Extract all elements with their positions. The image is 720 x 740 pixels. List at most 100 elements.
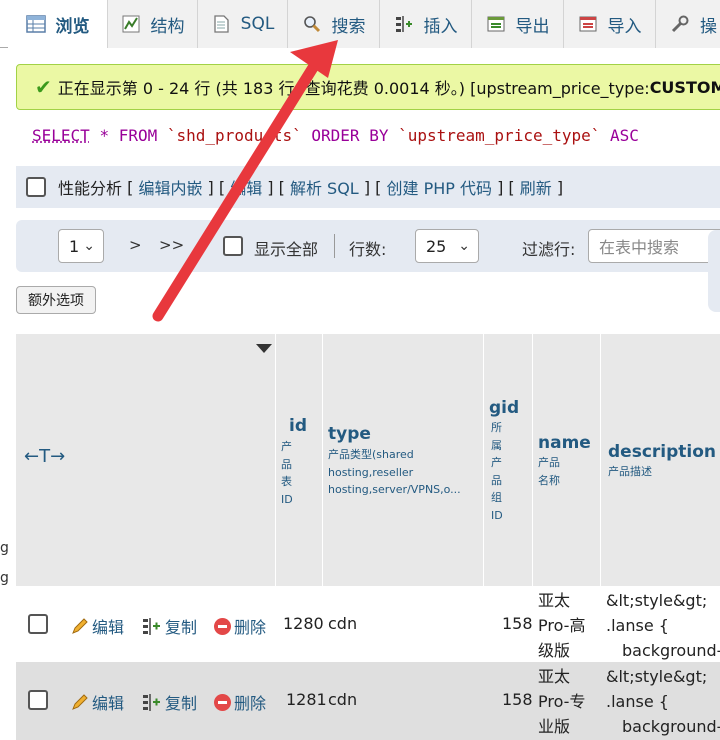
profiling-checkbox[interactable] — [26, 177, 46, 197]
sql-star: * — [99, 126, 110, 145]
insert-icon — [394, 14, 414, 34]
structure-icon — [121, 14, 141, 34]
profiling-label: 性能分析 — [58, 179, 123, 198]
checkmark-icon: ✔ — [35, 75, 52, 99]
tab-import[interactable]: 导入 — [564, 0, 656, 48]
sql-keyword-orderby: ORDER BY — [311, 126, 389, 145]
tab-search[interactable]: 搜索 — [288, 0, 380, 48]
table-row: 编辑 复制 删除 1280 cdn 158 亚太 Pro-高 级版 &lt;styl… — [16, 586, 720, 662]
header-actions-cell: ←T→ — [16, 334, 276, 586]
inline-edit-link[interactable]: 编辑内嵌 — [138, 175, 202, 199]
create-php-link[interactable]: 创建 PHP 代码 — [386, 175, 492, 199]
pencil-icon — [72, 694, 88, 710]
explain-sql-link[interactable]: 解析 SQL — [290, 175, 359, 199]
header-col-id[interactable]: id 产品表 ID — [276, 334, 323, 586]
header-col-name[interactable]: name 产品 名称 — [533, 334, 601, 586]
sql-links-bar: 性能分析 [ 编辑内嵌 ] [ 编辑 ] [ 解析 SQL ] [ 创建 PHP… — [16, 166, 720, 208]
filter-placeholder: 在表中搜索 — [599, 238, 680, 257]
column-comment: 产品表 ID — [281, 440, 293, 506]
tab-structure[interactable]: 结构 — [108, 0, 198, 48]
column-toggle[interactable]: ←T→ — [24, 446, 65, 467]
rows-label: 行数: — [349, 240, 387, 259]
cell-name[interactable]: 亚太 Pro-专 业版 — [538, 664, 585, 739]
message-value: CUSTOM... — [649, 77, 720, 97]
cell-id[interactable]: 1281 — [286, 690, 327, 709]
cell-id[interactable]: 1280 — [283, 614, 324, 633]
filter-label: 过滤行: — [522, 240, 576, 259]
clipped-text-fragment: g — [0, 540, 9, 556]
next-page-button[interactable]: > — [129, 236, 142, 254]
column-name[interactable]: id — [289, 416, 307, 436]
tab-label: 插入 — [423, 16, 458, 37]
chevron-down-icon: ⌄ — [458, 238, 470, 254]
import-icon — [578, 14, 598, 34]
row-select-checkbox[interactable] — [28, 690, 48, 710]
sql-doc-icon — [211, 14, 231, 34]
sql-table-name: `shd_products` — [166, 126, 302, 145]
tab-operations[interactable]: 操 — [656, 0, 720, 48]
row-edit-button[interactable]: 编辑 — [71, 690, 124, 714]
phpmyadmin-table-browse: 浏览 结构 SQL 搜索 插入 导出 导入 操 ✔ 正在显示第 0 - 24 行… — [0, 0, 720, 740]
wrench-icon — [670, 14, 690, 34]
clipped-text-fragment: g — [0, 570, 9, 586]
column-name[interactable]: name — [538, 433, 591, 453]
column-comment: 产品 名称 — [538, 456, 560, 487]
filter-rows-input[interactable]: 在表中搜索 — [588, 229, 720, 263]
cell-gid[interactable]: 158 — [502, 614, 533, 633]
show-all-checkbox[interactable] — [223, 236, 243, 256]
column-comment: 产品描述 — [608, 465, 652, 478]
last-page-button[interactable]: >> — [159, 236, 184, 254]
navigation-bar: 1 ⌄ > >> 显示全部 行数: 25 ⌄ 过滤行: 在表中搜索 — [16, 220, 720, 272]
row-delete-button[interactable]: 删除 — [214, 614, 266, 638]
rows-value: 25 — [426, 236, 447, 256]
export-icon — [486, 14, 506, 34]
column-comment: 所属产品组 ID — [491, 421, 503, 522]
cell-name[interactable]: 亚太 Pro-高 级版 — [538, 588, 585, 663]
copy-icon — [143, 694, 160, 711]
delete-icon — [214, 617, 231, 635]
column-name[interactable]: type — [328, 424, 371, 444]
row-delete-button[interactable]: 删除 — [214, 690, 266, 714]
tab-insert[interactable]: 插入 — [380, 0, 472, 48]
sql-query-box: SELECT * FROM `shd_products` ORDER BY `u… — [16, 112, 720, 166]
column-comment: 产品类型(shared hosting,reseller hosting,serve… — [328, 448, 461, 496]
tab-label: 操 — [700, 16, 717, 37]
edit-link[interactable]: 编辑 — [230, 175, 262, 199]
sql-keyword-select[interactable]: SELECT — [32, 126, 90, 145]
tab-label: 浏览 — [55, 16, 90, 37]
header-col-type[interactable]: type 产品类型(shared hosting,reseller hosting,… — [323, 334, 484, 586]
header-col-description[interactable]: description 产品描述 — [601, 334, 720, 586]
header-col-gid[interactable]: gid 所属产品组 ID — [484, 334, 533, 586]
tab-label: 结构 — [150, 16, 185, 37]
copy-icon — [143, 618, 160, 635]
cell-description[interactable]: &lt;style&gt;.lanse { background-c — [606, 588, 720, 663]
column-name[interactable]: description — [608, 442, 716, 462]
column-name[interactable]: gid — [489, 398, 519, 418]
show-all-label: 显示全部 — [254, 240, 319, 259]
page-value: 1 — [69, 236, 80, 256]
row-select-checkbox[interactable] — [28, 614, 48, 634]
row-copy-button[interactable]: 复制 — [142, 690, 197, 714]
sql-keyword-asc: ASC — [610, 126, 639, 145]
success-message: ✔ 正在显示第 0 - 24 行 (共 183 行, 查询花费 0.0014 秒… — [16, 64, 720, 110]
sort-triangle-icon[interactable] — [256, 344, 272, 354]
search-icon — [302, 14, 322, 34]
table-row: 编辑 复制 删除 1281 cdn 158 亚太 Pro-专 业版 &lt;styl… — [16, 662, 720, 740]
sql-column-name: `upstream_price_type` — [398, 126, 601, 145]
refresh-link[interactable]: 刷新 — [520, 175, 552, 199]
tab-bar: 浏览 结构 SQL 搜索 插入 导出 导入 操 — [0, 0, 720, 48]
cell-type[interactable]: cdn — [328, 690, 357, 709]
rows-per-page-select[interactable]: 25 ⌄ — [415, 229, 479, 263]
tab-sql[interactable]: SQL — [198, 0, 288, 48]
tab-browse[interactable]: 浏览 — [8, 0, 108, 48]
row-copy-button[interactable]: 复制 — [142, 614, 197, 638]
pencil-icon — [72, 618, 88, 634]
divider — [334, 234, 335, 258]
row-edit-button[interactable]: 编辑 — [71, 614, 124, 638]
tab-export[interactable]: 导出 — [472, 0, 564, 48]
extra-options-button[interactable]: 额外选项 — [16, 286, 96, 314]
cell-description[interactable]: &lt;style&gt;.lanse { background-c — [606, 664, 720, 739]
cell-type[interactable]: cdn — [328, 614, 357, 633]
page-select[interactable]: 1 ⌄ — [58, 229, 104, 263]
cell-gid[interactable]: 158 — [502, 690, 533, 709]
